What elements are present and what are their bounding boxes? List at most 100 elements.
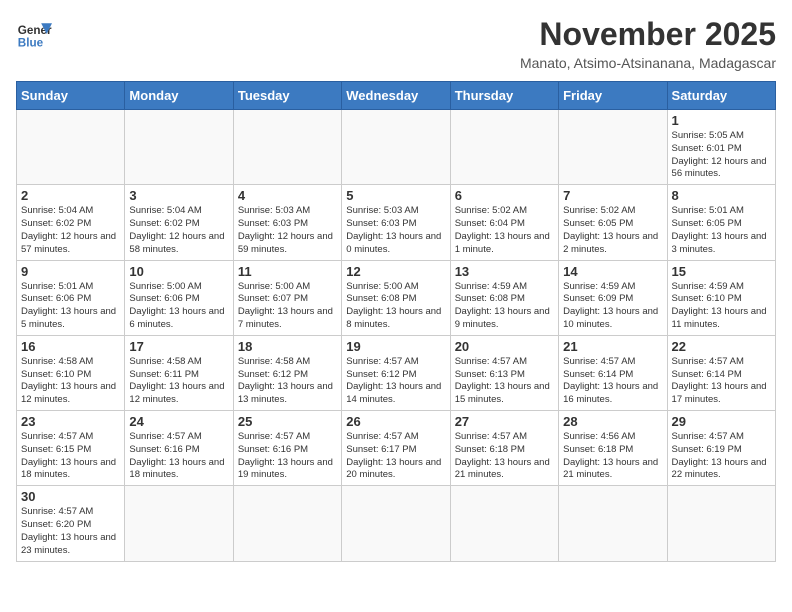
day-number: 28 <box>563 414 662 429</box>
calendar-cell: 3 Sunrise: 5:04 AM Sunset: 6:02 PM Daylig… <box>125 185 233 260</box>
calendar-week-row: 1 Sunrise: 5:05 AM Sunset: 6:01 PM Daylig… <box>17 110 776 185</box>
day-number: 6 <box>455 188 554 203</box>
calendar-table: SundayMondayTuesdayWednesdayThursdayFrid… <box>16 81 776 562</box>
day-number: 27 <box>455 414 554 429</box>
calendar-cell: 25 Sunrise: 4:57 AM Sunset: 6:16 PM Dayli… <box>233 411 341 486</box>
day-number: 23 <box>21 414 120 429</box>
calendar-cell: 16Sunrise: 4:58 AM Sunset: 6:10 PM Dayli… <box>17 335 125 410</box>
day-number: 3 <box>129 188 228 203</box>
page-header: General Blue November 2025 Manato, Atsim… <box>16 16 776 71</box>
calendar-cell: 6 Sunrise: 5:02 AM Sunset: 6:04 PM Daylig… <box>450 185 558 260</box>
location-subtitle: Manato, Atsimo-Atsinanana, Madagascar <box>520 55 776 71</box>
calendar-cell <box>450 486 558 561</box>
day-info: Sunrise: 5:00 AM Sunset: 6:06 PM Dayligh… <box>129 281 228 332</box>
day-number: 18 <box>238 339 337 354</box>
calendar-cell: 5 Sunrise: 5:03 AM Sunset: 6:03 PM Daylig… <box>342 185 450 260</box>
day-number: 22 <box>672 339 771 354</box>
day-info: Sunrise: 5:00 AM Sunset: 6:08 PM Dayligh… <box>346 281 445 332</box>
day-info: Sunrise: 4:57 AM Sunset: 6:18 PM Dayligh… <box>455 431 554 482</box>
day-info: Sunrise: 5:04 AM Sunset: 6:02 PM Dayligh… <box>21 205 120 256</box>
calendar-cell <box>233 486 341 561</box>
day-header-thursday: Thursday <box>450 82 558 110</box>
day-number: 20 <box>455 339 554 354</box>
calendar-cell: 23 Sunrise: 4:57 AM Sunset: 6:15 PM Dayli… <box>17 411 125 486</box>
day-info: Sunrise: 4:57 AM Sunset: 6:19 PM Dayligh… <box>672 431 771 482</box>
day-number: 5 <box>346 188 445 203</box>
calendar-week-row: 16Sunrise: 4:58 AM Sunset: 6:10 PM Dayli… <box>17 335 776 410</box>
day-number: 7 <box>563 188 662 203</box>
calendar-cell: 13Sunrise: 4:59 AM Sunset: 6:08 PM Dayli… <box>450 260 558 335</box>
logo: General Blue <box>16 16 52 52</box>
day-number: 29 <box>672 414 771 429</box>
calendar-cell <box>342 486 450 561</box>
day-header-monday: Monday <box>125 82 233 110</box>
day-number: 30 <box>21 489 120 504</box>
day-info: Sunrise: 4:57 AM Sunset: 6:12 PM Dayligh… <box>346 356 445 407</box>
day-info: Sunrise: 4:57 AM Sunset: 6:16 PM Dayligh… <box>129 431 228 482</box>
day-header-sunday: Sunday <box>17 82 125 110</box>
day-number: 11 <box>238 264 337 279</box>
day-number: 14 <box>563 264 662 279</box>
day-number: 21 <box>563 339 662 354</box>
calendar-cell: 28 Sunrise: 4:56 AM Sunset: 6:18 PM Dayli… <box>559 411 667 486</box>
day-info: Sunrise: 5:03 AM Sunset: 6:03 PM Dayligh… <box>346 205 445 256</box>
day-info: Sunrise: 4:57 AM Sunset: 6:16 PM Dayligh… <box>238 431 337 482</box>
calendar-cell: 19 Sunrise: 4:57 AM Sunset: 6:12 PM Dayli… <box>342 335 450 410</box>
calendar-cell: 7 Sunrise: 5:02 AM Sunset: 6:05 PM Daylig… <box>559 185 667 260</box>
calendar-cell: 24 Sunrise: 4:57 AM Sunset: 6:16 PM Dayli… <box>125 411 233 486</box>
calendar-cell <box>233 110 341 185</box>
day-info: Sunrise: 5:05 AM Sunset: 6:01 PM Dayligh… <box>672 130 771 181</box>
calendar-cell <box>667 486 775 561</box>
calendar-cell: 17 Sunrise: 4:58 AM Sunset: 6:11 PM Dayli… <box>125 335 233 410</box>
calendar-header-row: SundayMondayTuesdayWednesdayThursdayFrid… <box>17 82 776 110</box>
calendar-cell <box>17 110 125 185</box>
day-number: 1 <box>672 113 771 128</box>
calendar-cell: 30Sunrise: 4:57 AM Sunset: 6:20 PM Dayli… <box>17 486 125 561</box>
calendar-week-row: 30Sunrise: 4:57 AM Sunset: 6:20 PM Dayli… <box>17 486 776 561</box>
day-number: 19 <box>346 339 445 354</box>
day-number: 12 <box>346 264 445 279</box>
calendar-cell <box>450 110 558 185</box>
day-header-wednesday: Wednesday <box>342 82 450 110</box>
calendar-cell: 22 Sunrise: 4:57 AM Sunset: 6:14 PM Dayli… <box>667 335 775 410</box>
day-info: Sunrise: 4:58 AM Sunset: 6:11 PM Dayligh… <box>129 356 228 407</box>
day-info: Sunrise: 4:57 AM Sunset: 6:14 PM Dayligh… <box>672 356 771 407</box>
day-number: 24 <box>129 414 228 429</box>
day-info: Sunrise: 4:59 AM Sunset: 6:09 PM Dayligh… <box>563 281 662 332</box>
day-number: 2 <box>21 188 120 203</box>
calendar-cell <box>559 486 667 561</box>
calendar-cell: 27 Sunrise: 4:57 AM Sunset: 6:18 PM Dayli… <box>450 411 558 486</box>
day-number: 10 <box>129 264 228 279</box>
calendar-cell: 15Sunrise: 4:59 AM Sunset: 6:10 PM Dayli… <box>667 260 775 335</box>
calendar-cell: 2 Sunrise: 5:04 AM Sunset: 6:02 PM Daylig… <box>17 185 125 260</box>
day-info: Sunrise: 4:56 AM Sunset: 6:18 PM Dayligh… <box>563 431 662 482</box>
calendar-cell: 4Sunrise: 5:03 AM Sunset: 6:03 PM Daylig… <box>233 185 341 260</box>
day-number: 16 <box>21 339 120 354</box>
day-info: Sunrise: 5:03 AM Sunset: 6:03 PM Dayligh… <box>238 205 337 256</box>
day-header-tuesday: Tuesday <box>233 82 341 110</box>
day-header-saturday: Saturday <box>667 82 775 110</box>
day-info: Sunrise: 4:57 AM Sunset: 6:14 PM Dayligh… <box>563 356 662 407</box>
day-info: Sunrise: 5:01 AM Sunset: 6:06 PM Dayligh… <box>21 281 120 332</box>
calendar-cell: 21 Sunrise: 4:57 AM Sunset: 6:14 PM Dayli… <box>559 335 667 410</box>
day-info: Sunrise: 5:02 AM Sunset: 6:05 PM Dayligh… <box>563 205 662 256</box>
day-info: Sunrise: 4:57 AM Sunset: 6:15 PM Dayligh… <box>21 431 120 482</box>
calendar-cell: 10 Sunrise: 5:00 AM Sunset: 6:06 PM Dayli… <box>125 260 233 335</box>
day-info: Sunrise: 5:04 AM Sunset: 6:02 PM Dayligh… <box>129 205 228 256</box>
calendar-cell <box>125 486 233 561</box>
day-number: 17 <box>129 339 228 354</box>
day-info: Sunrise: 5:00 AM Sunset: 6:07 PM Dayligh… <box>238 281 337 332</box>
month-title: November 2025 <box>520 16 776 53</box>
day-info: Sunrise: 4:59 AM Sunset: 6:08 PM Dayligh… <box>455 281 554 332</box>
day-number: 26 <box>346 414 445 429</box>
day-info: Sunrise: 4:57 AM Sunset: 6:17 PM Dayligh… <box>346 431 445 482</box>
day-number: 25 <box>238 414 337 429</box>
logo-icon: General Blue <box>16 16 52 52</box>
day-header-friday: Friday <box>559 82 667 110</box>
day-info: Sunrise: 5:02 AM Sunset: 6:04 PM Dayligh… <box>455 205 554 256</box>
calendar-week-row: 2 Sunrise: 5:04 AM Sunset: 6:02 PM Daylig… <box>17 185 776 260</box>
calendar-cell: 18Sunrise: 4:58 AM Sunset: 6:12 PM Dayli… <box>233 335 341 410</box>
day-info: Sunrise: 4:57 AM Sunset: 6:13 PM Dayligh… <box>455 356 554 407</box>
calendar-week-row: 9Sunrise: 5:01 AM Sunset: 6:06 PM Daylig… <box>17 260 776 335</box>
calendar-cell <box>125 110 233 185</box>
